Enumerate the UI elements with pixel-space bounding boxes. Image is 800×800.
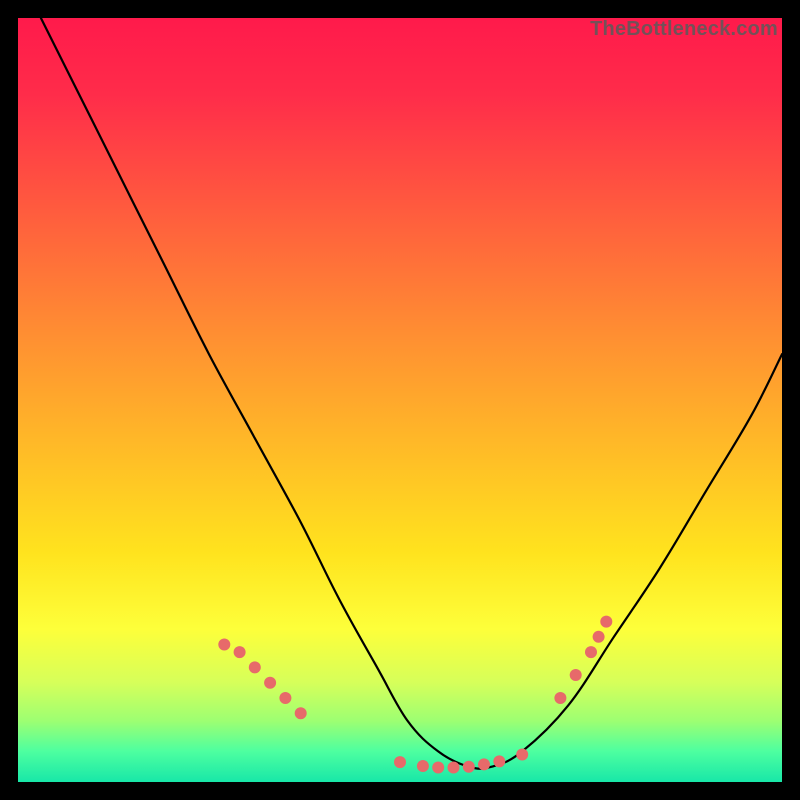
dot-right-rise (554, 692, 566, 704)
dot-left-rise (279, 692, 291, 704)
dot-valley-floor (448, 762, 460, 774)
dot-valley-floor (432, 762, 444, 774)
chart-frame: TheBottleneck.com (18, 18, 782, 782)
dot-valley-floor (417, 760, 429, 772)
dot-left-rise (295, 707, 307, 719)
dot-right-rise (570, 669, 582, 681)
dot-valley-floor (478, 758, 490, 770)
dot-left-rise (264, 677, 276, 689)
dot-right-rise (593, 631, 605, 643)
annotation-dots (218, 616, 612, 774)
chart-svg (18, 18, 782, 782)
dot-right-rise (600, 616, 612, 628)
dot-left-rise (234, 646, 246, 658)
dot-right-rise (585, 646, 597, 658)
dot-valley-floor (516, 749, 528, 761)
dot-left-rise (249, 661, 261, 673)
bottleneck-curve (41, 18, 782, 769)
dot-valley-floor (463, 761, 475, 773)
dot-left-rise (218, 639, 230, 651)
dot-valley-floor (493, 755, 505, 767)
dot-valley-floor (394, 756, 406, 768)
